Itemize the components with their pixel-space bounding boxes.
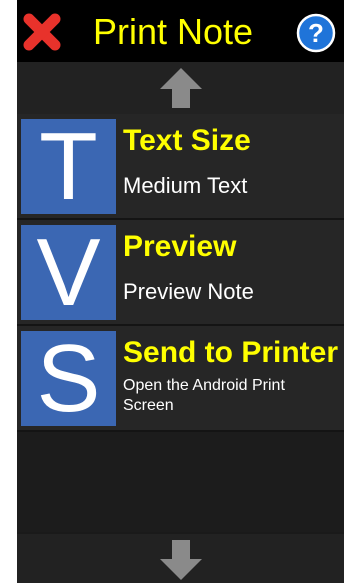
arrow-down-icon <box>160 540 202 580</box>
page-title: Print Note <box>93 11 254 52</box>
close-button[interactable] <box>23 13 61 51</box>
menu-list: T Text Size Medium Text V Preview Previe… <box>17 114 344 432</box>
help-question-icon: ? <box>296 13 336 53</box>
item-letter-tile: T <box>21 119 116 215</box>
item-title: Preview <box>123 230 237 263</box>
list-item-text-size[interactable]: T Text Size Medium Text <box>17 114 344 220</box>
item-title: Send to Printer <box>123 336 339 369</box>
svg-text:?: ? <box>308 18 324 48</box>
list-item-preview[interactable]: V Preview Preview Note <box>17 220 344 326</box>
item-subtitle: Preview Note <box>123 279 254 304</box>
item-title: Text Size <box>123 124 251 157</box>
title-bar: Print Note ? <box>17 0 344 62</box>
print-note-screen: Print Note ? T Text Size Medium Text V P… <box>17 0 344 583</box>
arrow-up-icon <box>160 68 202 108</box>
scroll-up-button[interactable] <box>17 62 344 114</box>
empty-list-area <box>17 432 344 532</box>
item-letter-tile: S <box>21 331 116 427</box>
item-subtitle: Open the Android Print Screen <box>123 377 285 414</box>
scroll-down-button[interactable] <box>17 534 344 583</box>
list-item-send-to-printer[interactable]: S Send to Printer Open the Android Print… <box>17 326 344 432</box>
item-letter-tile: V <box>21 225 116 321</box>
item-subtitle: Medium Text <box>123 173 248 198</box>
close-x-icon <box>23 13 61 51</box>
help-button[interactable]: ? <box>296 13 336 53</box>
